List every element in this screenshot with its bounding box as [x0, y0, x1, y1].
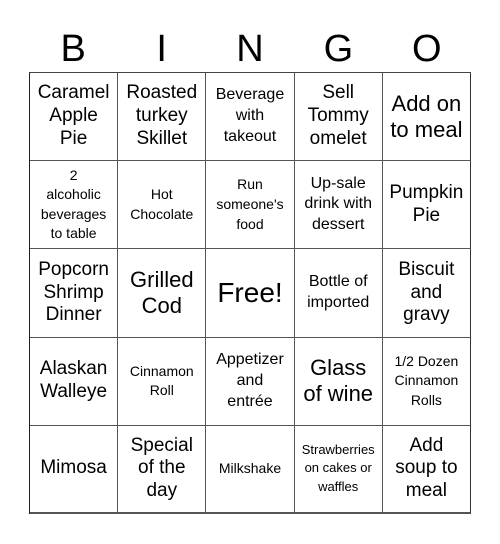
bingo-cell[interactable]: Pumpkin Pie — [382, 161, 471, 250]
bingo-cell[interactable]: Beverage with takeout — [206, 73, 295, 162]
bingo-cell[interactable]: Popcorn Shrimp Dinner — [30, 249, 119, 338]
header-letter-i: I — [156, 28, 167, 70]
header-letter-g: G — [323, 28, 354, 70]
bingo-cell[interactable]: Run someone's food — [206, 161, 295, 250]
bingo-cell[interactable]: Milkshake — [206, 425, 295, 514]
bingo-cell[interactable]: Roasted turkey Skillet — [118, 73, 207, 162]
bingo-cell[interactable]: Hot Chocolate — [118, 161, 207, 250]
bingo-cell[interactable]: Up-sale drink with dessert — [294, 161, 383, 250]
bingo-header: B I N G O — [29, 26, 471, 72]
bingo-cell[interactable]: Grilled Cod — [118, 249, 207, 338]
free-space-cell[interactable]: Free! — [206, 249, 295, 338]
bingo-cell[interactable]: Biscuit and gravy — [382, 249, 471, 338]
bingo-cell[interactable]: Bottle of imported — [294, 249, 383, 338]
bingo-cell[interactable]: Cinnamon Roll — [118, 337, 207, 426]
bingo-cell[interactable]: Add soup to meal — [382, 425, 471, 514]
header-letter-b: B — [60, 28, 86, 70]
header-letter-n: N — [236, 28, 264, 70]
header-letter-o: O — [412, 28, 442, 70]
bingo-cell[interactable]: Alaskan Walleye — [30, 337, 119, 426]
bingo-board: Caramel Apple Pie Roasted turkey Skillet… — [29, 72, 471, 514]
bingo-cell[interactable]: 2 alcoholic beverages to table — [30, 161, 119, 250]
bingo-cell[interactable]: Mimosa — [30, 425, 119, 514]
bingo-cell[interactable]: 1/2 Dozen Cinnamon Rolls — [382, 337, 471, 426]
bingo-cell[interactable]: Special of the day — [118, 425, 207, 514]
bingo-cell[interactable]: Add on to meal — [382, 73, 471, 162]
bingo-cell[interactable]: Sell Tommy omelet — [294, 73, 383, 162]
bingo-cell[interactable]: Appetizer and entrée — [206, 337, 295, 426]
bingo-cell[interactable]: Glass of wine — [294, 337, 383, 426]
bingo-cell[interactable]: Caramel Apple Pie — [30, 73, 119, 162]
bingo-cell[interactable]: Strawberries on cakes or waffles — [294, 425, 383, 514]
